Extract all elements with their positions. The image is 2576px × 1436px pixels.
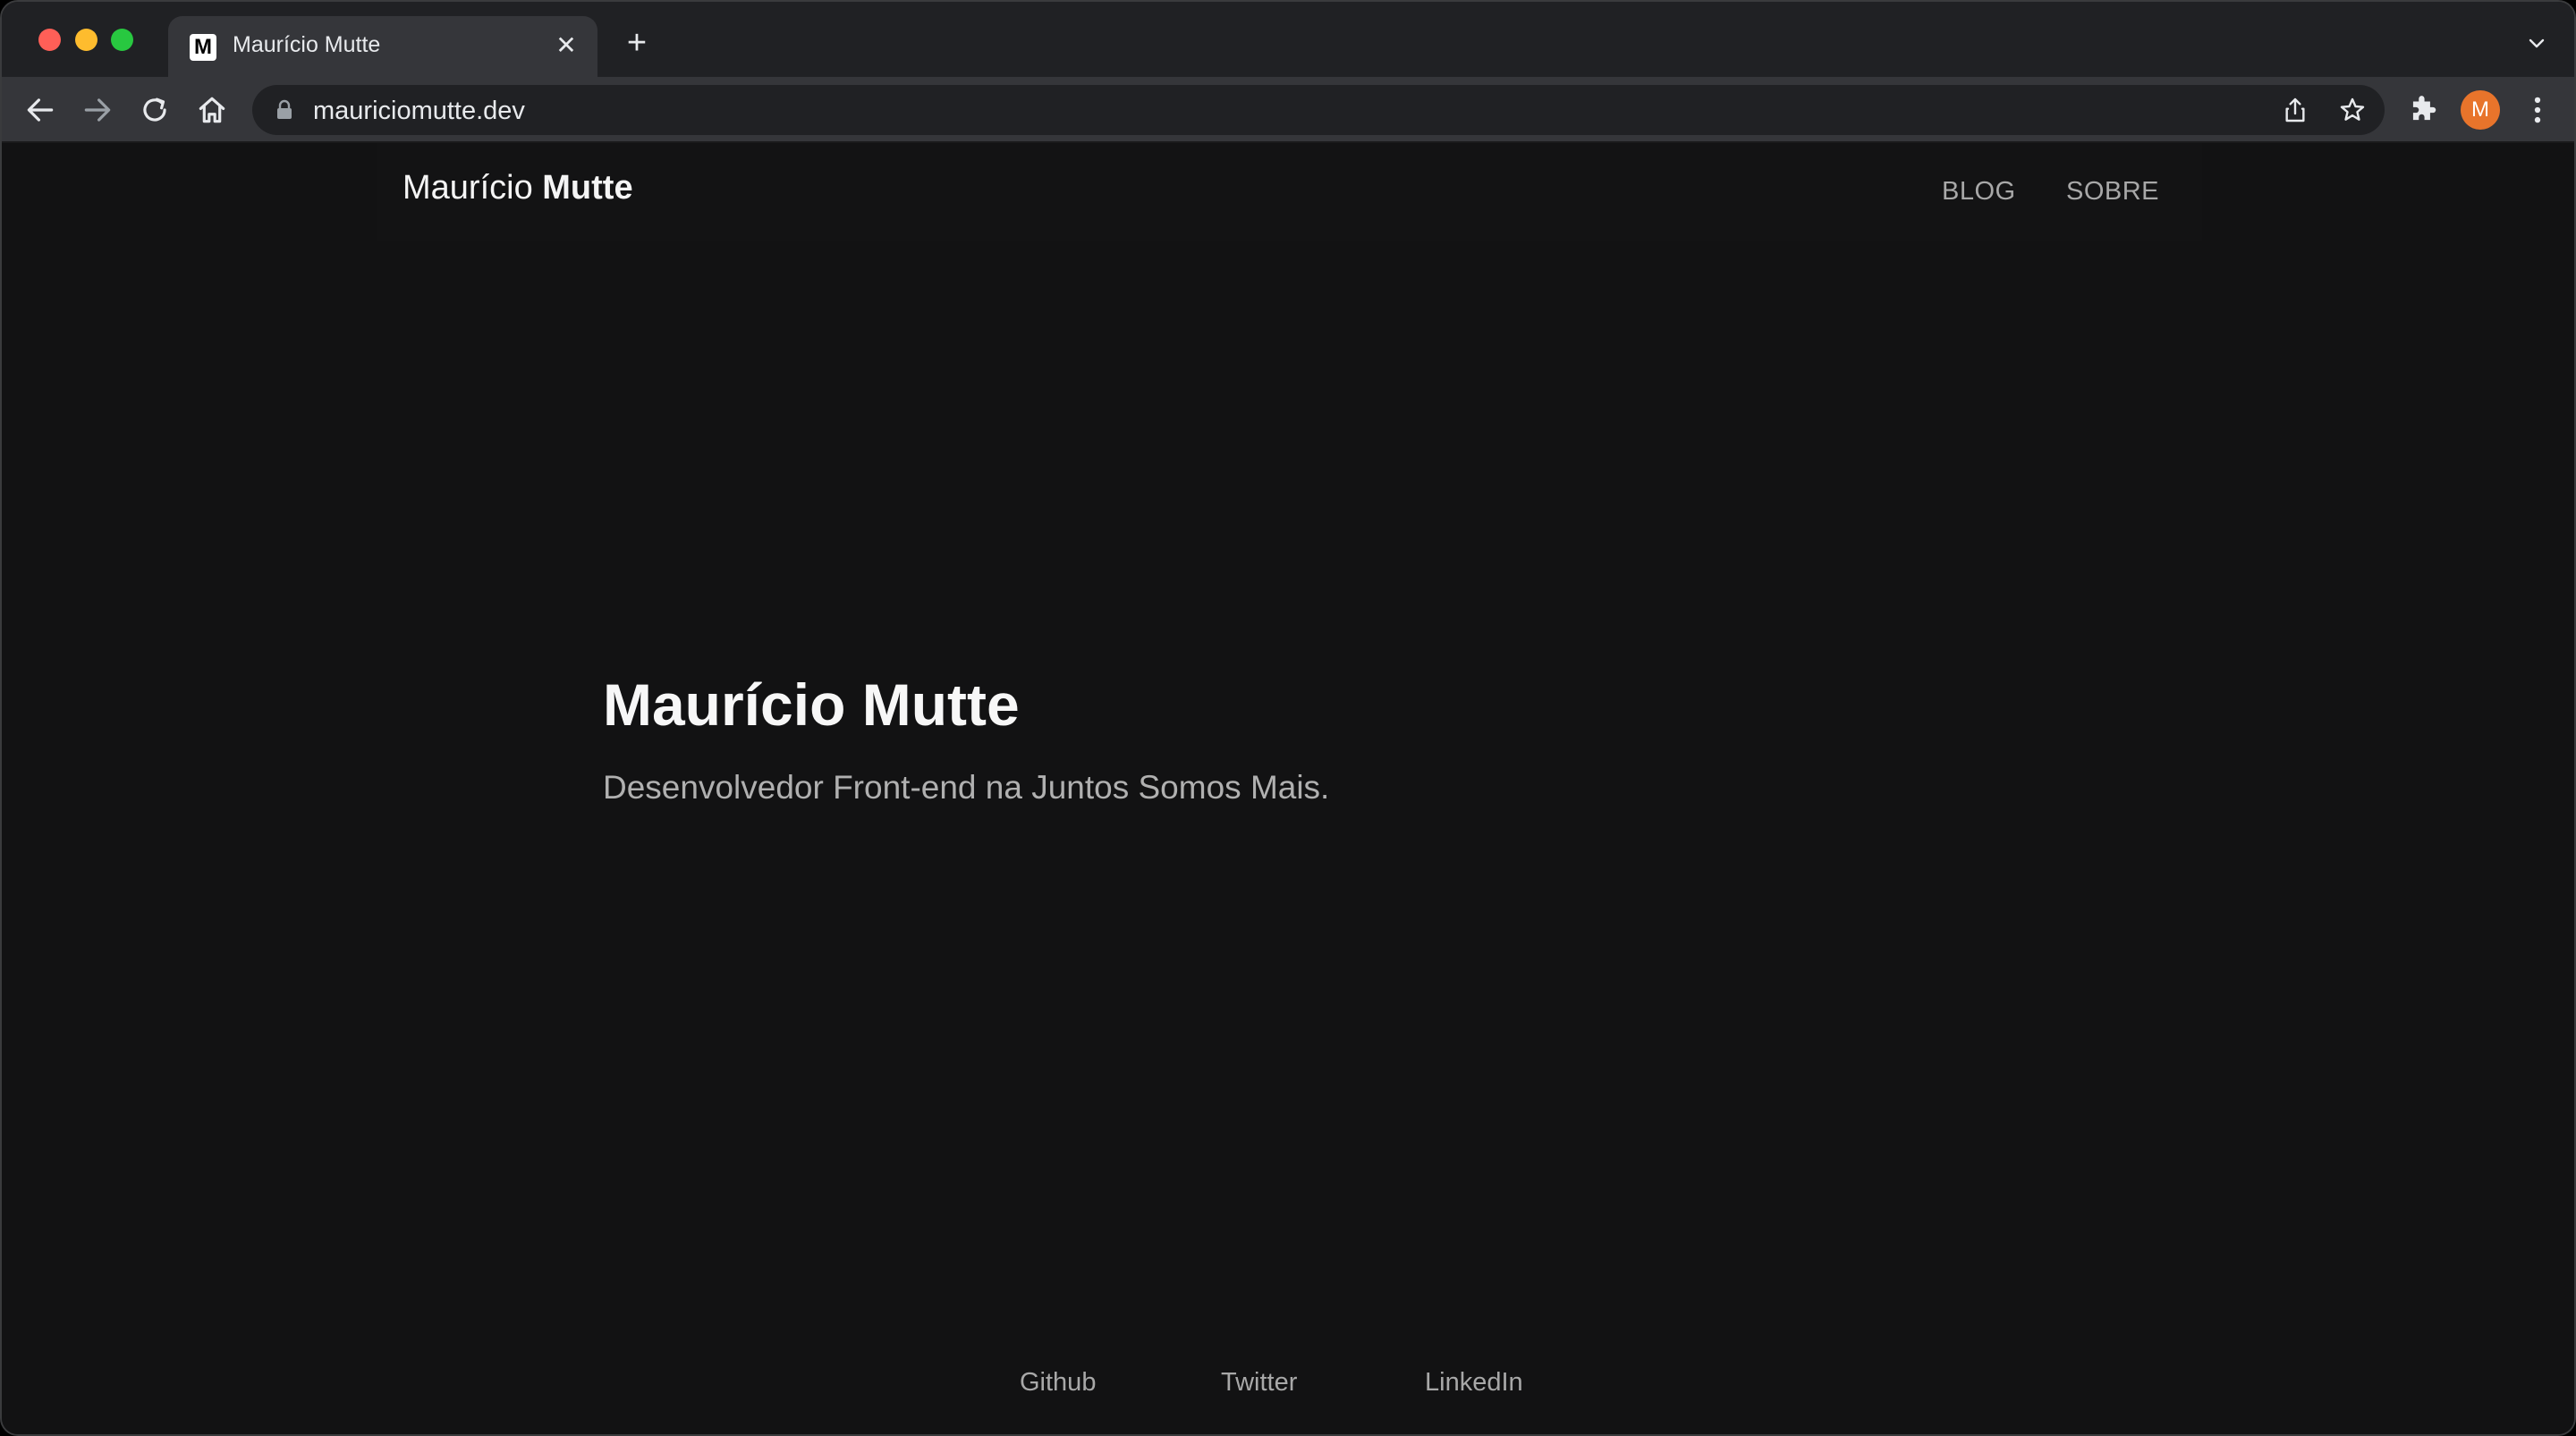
address-url[interactable]: mauriciomutte.dev xyxy=(313,97,525,126)
nav-blog-link[interactable]: BLOG xyxy=(1942,177,2016,207)
tab-title: Maurício Mutte xyxy=(233,32,381,57)
lock-icon[interactable] xyxy=(275,99,293,121)
footer-github-link[interactable]: Github xyxy=(1020,1368,1096,1398)
tab-strip: M Maurício Mutte ✕ + xyxy=(2,2,2574,77)
web-page: Maurício Mutte BLOG SOBRE Maurício Mutte… xyxy=(2,143,2574,1434)
maximize-window-button[interactable] xyxy=(111,29,133,51)
share-icon[interactable] xyxy=(2281,96,2309,124)
reload-icon[interactable] xyxy=(138,93,172,127)
brand-last-name: Mutte xyxy=(542,169,633,207)
minimize-window-button[interactable] xyxy=(75,29,97,51)
brand-first-name: Maurício xyxy=(402,169,533,207)
close-window-button[interactable] xyxy=(38,29,61,51)
tab-close-button[interactable]: ✕ xyxy=(553,32,580,59)
menu-icon[interactable] xyxy=(2521,93,2555,127)
address-bar[interactable]: mauriciomutte.dev xyxy=(252,85,2385,135)
forward-icon[interactable] xyxy=(80,93,114,127)
tab-favicon: M xyxy=(190,34,216,61)
footer-linkedin-link[interactable]: LinkedIn xyxy=(1425,1368,1523,1398)
browser-window: M Maurício Mutte ✕ + mauriciomutte.dev M… xyxy=(0,0,2576,1436)
new-tab-button[interactable]: + xyxy=(621,26,653,60)
site-logo[interactable]: Maurício Mutte xyxy=(402,169,633,207)
profile-avatar[interactable]: M xyxy=(2461,90,2500,130)
hero-title: Maurício Mutte xyxy=(603,672,1020,738)
footer-twitter-link[interactable]: Twitter xyxy=(1221,1368,1297,1398)
tab-active[interactable]: M Maurício Mutte ✕ xyxy=(168,16,597,77)
extensions-icon[interactable] xyxy=(2406,93,2440,127)
site-header: Maurício Mutte BLOG SOBRE xyxy=(377,143,2202,241)
browser-toolbar: mauriciomutte.dev M xyxy=(2,77,2574,143)
star-icon[interactable] xyxy=(2338,96,2367,124)
hero-subtitle: Desenvolvedor Front-end na Juntos Somos … xyxy=(603,769,1330,806)
home-icon[interactable] xyxy=(195,93,229,127)
back-icon[interactable] xyxy=(23,93,57,127)
nav-sobre-link[interactable]: SOBRE xyxy=(2066,177,2159,207)
chevron-down-icon[interactable] xyxy=(2526,32,2547,54)
